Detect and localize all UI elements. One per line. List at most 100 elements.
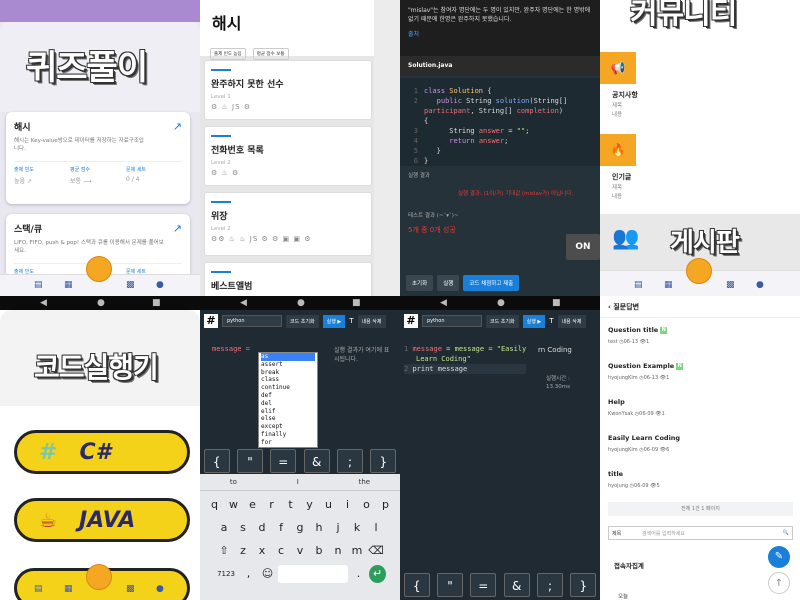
- symbol-key[interactable]: }: [370, 449, 397, 473]
- letter-key[interactable]: n: [330, 542, 347, 560]
- question-item[interactable]: title hyojung ◷06-09 👁5: [608, 470, 793, 489]
- profile-icon[interactable]: ●: [756, 280, 764, 290]
- letter-key[interactable]: w: [225, 496, 242, 514]
- code-area[interactable]: 1 class Solution { 2 public String soluti…: [400, 78, 600, 166]
- back-icon[interactable]: ◀: [240, 298, 247, 308]
- on-toggle-button[interactable]: ON: [566, 234, 600, 260]
- emoji-icon[interactable]: ☺: [259, 565, 276, 583]
- letter-key[interactable]: i: [339, 496, 356, 514]
- symbol-key[interactable]: &: [503, 573, 530, 597]
- symbol-key[interactable]: =: [470, 573, 497, 597]
- question-item[interactable]: Question Example N hyojungKim ◷06-13 👁1: [608, 362, 793, 381]
- profile-icon[interactable]: ●: [156, 584, 164, 594]
- autocomplete-item[interactable]: class: [261, 376, 315, 384]
- autocomplete-dropdown[interactable]: as assert break class continue def del e…: [258, 352, 318, 448]
- run-button[interactable]: 실행 ▶: [522, 314, 546, 328]
- letter-key[interactable]: g: [292, 519, 309, 537]
- reset-code-button[interactable]: 코드 초기화: [286, 314, 319, 328]
- question-item[interactable]: Easily Learn Coding hyojungKim ◷06-09 👁6: [608, 434, 793, 453]
- code-input[interactable]: message =: [200, 334, 262, 364]
- recents-icon[interactable]: ■: [152, 298, 161, 308]
- letter-key[interactable]: u: [320, 496, 337, 514]
- autocomplete-item[interactable]: del: [261, 400, 315, 408]
- problem-item[interactable]: 베스트앨범: [204, 262, 372, 296]
- letter-key[interactable]: m: [349, 542, 366, 560]
- letter-key[interactable]: x: [254, 542, 271, 560]
- home-icon[interactable]: ▤: [634, 280, 643, 290]
- autocomplete-item[interactable]: as: [261, 353, 315, 361]
- backspace-icon[interactable]: ⌫: [368, 542, 385, 560]
- letter-key[interactable]: a: [216, 519, 233, 537]
- autocomplete-item[interactable]: break: [261, 369, 315, 377]
- search-icon[interactable]: 🔍: [783, 530, 789, 536]
- letter-key[interactable]: v: [292, 542, 309, 560]
- comma-key[interactable]: ,: [240, 565, 257, 583]
- symbol-key[interactable]: ;: [336, 449, 363, 473]
- suggestion[interactable]: the: [359, 478, 371, 486]
- search-input[interactable]: 검색어를 입력하세요: [642, 530, 783, 537]
- quiz-icon[interactable]: ▦: [64, 584, 73, 594]
- letter-key[interactable]: t: [282, 496, 299, 514]
- home-circle-icon[interactable]: ●: [97, 298, 105, 308]
- letter-key[interactable]: d: [254, 519, 271, 537]
- quiz-icon[interactable]: ▦: [64, 280, 73, 290]
- letter-key[interactable]: c: [273, 542, 290, 560]
- write-pencil-icon[interactable]: ✎: [768, 546, 790, 568]
- problem-item[interactable]: 완주하지 못한 선수 Level 1 ⚙ ♨ JS ⚙: [204, 60, 372, 120]
- autocomplete-item[interactable]: continue: [261, 384, 315, 392]
- problem-item[interactable]: 전화번호 목록 Level 2 ⚙ ♨ ⚙: [204, 126, 372, 186]
- language-select[interactable]: python: [222, 315, 282, 327]
- profile-icon[interactable]: ●: [156, 280, 164, 290]
- search-field-select[interactable]: 제목: [612, 530, 642, 537]
- center-fab[interactable]: [686, 258, 712, 284]
- autocomplete-item[interactable]: elif: [261, 408, 315, 416]
- autocomplete-item[interactable]: else: [261, 415, 315, 423]
- submit-button[interactable]: 코드 채점하고 제출: [463, 275, 520, 291]
- autocomplete-item[interactable]: except: [261, 423, 315, 431]
- question-item[interactable]: Question title N test ◷06-13 👁1: [608, 326, 793, 345]
- notice-section[interactable]: 📢 공지사항 제목 내용: [600, 52, 800, 132]
- back-icon[interactable]: ◀: [440, 298, 447, 308]
- clear-content-button[interactable]: 내용 삭제: [357, 314, 386, 328]
- text-toggle[interactable]: T: [549, 317, 553, 325]
- letter-key[interactable]: l: [368, 519, 385, 537]
- letter-key[interactable]: e: [244, 496, 261, 514]
- scroll-track[interactable]: [374, 0, 400, 296]
- symbol-key[interactable]: &: [303, 449, 330, 473]
- letter-key[interactable]: q: [206, 496, 223, 514]
- symbol-key[interactable]: }: [570, 573, 597, 597]
- symbol-key[interactable]: ": [436, 573, 463, 597]
- reset-button[interactable]: 초기화: [406, 275, 434, 291]
- lang-button-java[interactable]: ☕ JAVA: [14, 498, 190, 542]
- back-icon[interactable]: ◀: [40, 298, 47, 308]
- pagination[interactable]: 전체 1건 1 페이지: [608, 502, 793, 516]
- autocomplete-item[interactable]: finally: [261, 431, 315, 439]
- numbers-key[interactable]: 7123: [214, 565, 238, 583]
- letter-key[interactable]: j: [330, 519, 347, 537]
- autocomplete-item[interactable]: for: [261, 439, 315, 447]
- symbol-key[interactable]: ": [236, 449, 263, 473]
- period-key[interactable]: .: [350, 565, 367, 583]
- popular-section[interactable]: 🔥 인기글 제목 내용: [600, 134, 800, 212]
- run-button[interactable]: 실행: [437, 275, 460, 291]
- code-icon[interactable]: ▩: [726, 280, 735, 290]
- question-item[interactable]: Help KwonYsak ◷06-09 👁1: [608, 398, 793, 417]
- letter-key[interactable]: z: [235, 542, 252, 560]
- scroll-top-icon[interactable]: ↑: [768, 572, 790, 594]
- run-button[interactable]: 실행 ▶: [322, 314, 346, 328]
- symbol-key[interactable]: ;: [536, 573, 563, 597]
- space-key[interactable]: [278, 565, 348, 583]
- letter-key[interactable]: s: [235, 519, 252, 537]
- autocomplete-item[interactable]: def: [261, 392, 315, 400]
- enter-icon[interactable]: ↵: [369, 565, 386, 583]
- home-icon[interactable]: ▤: [34, 584, 43, 594]
- letter-key[interactable]: y: [301, 496, 318, 514]
- symbol-key[interactable]: {: [403, 573, 430, 597]
- letter-key[interactable]: r: [263, 496, 280, 514]
- letter-key[interactable]: b: [311, 542, 328, 560]
- quiz-icon[interactable]: ▦: [664, 280, 673, 290]
- text-toggle[interactable]: T: [349, 317, 353, 325]
- symbol-key[interactable]: {: [203, 449, 230, 473]
- suggestion[interactable]: to: [230, 478, 237, 486]
- letter-key[interactable]: h: [311, 519, 328, 537]
